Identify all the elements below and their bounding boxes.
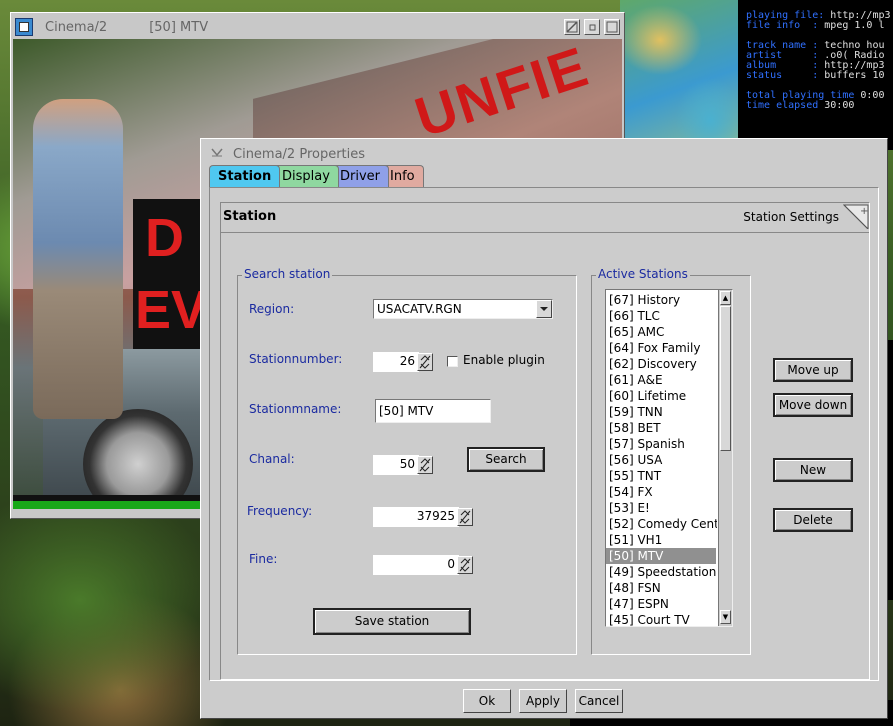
station-page-inner: Station Station Settings + Search statio… (220, 202, 870, 680)
properties-dialog: Cinema/2 Properties Info Driver Display … (200, 138, 888, 719)
tab-driver[interactable]: Driver (331, 165, 390, 187)
frequency-label: Frequency: (247, 504, 313, 518)
search-station-label: Search station (242, 267, 333, 281)
terminal-line: status : buffers 10 (746, 70, 885, 81)
terminal-line: time elapsed 30:00 (746, 100, 855, 111)
ok-button[interactable]: Ok (463, 689, 511, 713)
tab-display[interactable]: Display (273, 165, 339, 187)
station-list-item[interactable]: [64] Fox Family (609, 340, 717, 356)
station-list-item[interactable]: [57] Spanish (609, 436, 717, 452)
station-list-item[interactable]: [50] MTV (606, 548, 716, 564)
cinema-title: Cinema/2 (45, 19, 108, 35)
station-list-item[interactable]: [59] TNN (609, 404, 717, 420)
page-turn-icon[interactable]: + (842, 203, 869, 231)
region-label: Region: (249, 302, 295, 316)
stationname-label: Stationmname: (249, 402, 342, 416)
station-list-scrollbar[interactable]: ▲ ▼ (718, 290, 732, 626)
stationnumber-spinner[interactable]: 26 (373, 352, 419, 372)
cinema-app-icon[interactable] (15, 18, 33, 36)
station-list-item[interactable]: [61] A&E (609, 372, 717, 388)
station-list-item[interactable]: [67] History (609, 292, 717, 308)
tab-station[interactable]: Station (209, 165, 281, 189)
station-list-item[interactable]: [62] Discovery (609, 356, 717, 372)
enable-plugin-checkbox[interactable] (447, 356, 458, 367)
mp3-player-terminal: playing file: http://mp3 file info : mpeg… (738, 0, 893, 150)
cinema-titlebar: Cinema/2 [50] MTV (13, 15, 622, 39)
fine-spin-icon[interactable] (457, 556, 473, 574)
station-list-item[interactable]: [51] VH1 (609, 532, 717, 548)
save-station-button[interactable]: Save station (313, 608, 471, 635)
station-list-item[interactable]: [52] Comedy Central (609, 516, 717, 532)
chanal-spinner[interactable]: 50 (373, 455, 419, 475)
terminal-line: file info : mpeg 1.0 l (746, 20, 885, 31)
stationnumber-label: Stationnumber: (249, 352, 343, 366)
cinema-channel: [50] MTV (149, 19, 209, 35)
enable-plugin-label: Enable plugin (463, 353, 545, 367)
region-dropdown[interactable]: USACATV.RGN (373, 299, 553, 319)
hide-icon[interactable] (564, 19, 580, 35)
video-person (33, 99, 123, 419)
station-list-item[interactable]: [48] FSN (609, 580, 717, 596)
chanal-label: Chanal: (249, 452, 295, 466)
station-list-item[interactable]: [58] BET (609, 420, 717, 436)
scroll-thumb[interactable] (720, 306, 731, 451)
move-down-button[interactable]: Move down (773, 393, 853, 417)
system-menu-icon[interactable] (207, 144, 227, 164)
page-subtitle: Station Settings (743, 210, 839, 224)
region-value: USACATV.RGN (377, 302, 462, 316)
station-list-item[interactable]: [49] Speedstation (609, 564, 717, 580)
cancel-button[interactable]: Cancel (575, 689, 623, 713)
frequency-spinner[interactable]: 37925 (373, 507, 459, 527)
frequency-spin-icon[interactable] (457, 508, 473, 526)
page-header: Station Station Settings + (221, 203, 869, 233)
properties-titlebar: Cinema/2 Properties (203, 141, 885, 167)
station-list-item[interactable]: [53] E! (609, 500, 717, 516)
page-title: Station (223, 209, 277, 224)
fine-value: 0 (447, 557, 455, 571)
fine-spinner[interactable]: 0 (373, 555, 459, 575)
station-list-item[interactable]: [65] AMC (609, 324, 717, 340)
video-wheel (83, 409, 193, 509)
delete-button[interactable]: Delete (773, 508, 853, 532)
station-list-item[interactable]: [45] Court TV (609, 612, 717, 626)
station-list-item[interactable]: [55] TNT (609, 468, 717, 484)
active-stations-list[interactable]: [67] History [66] TLC [65] AMC [64] Fox Fam… (605, 289, 733, 627)
stationnumber-value: 26 (399, 354, 415, 368)
apply-button[interactable]: Apply (519, 689, 567, 713)
station-list-item[interactable]: [60] Lifetime (609, 388, 717, 404)
stationnumber-spin-icon[interactable] (417, 353, 433, 371)
chanal-spin-icon[interactable] (417, 456, 433, 474)
svg-text:+: + (860, 206, 868, 217)
frequency-value: 37925 (416, 509, 455, 523)
fine-label: Fine: (249, 552, 278, 566)
chevron-down-icon[interactable] (536, 300, 552, 318)
scroll-up-icon[interactable]: ▲ (720, 291, 731, 305)
maximize-icon[interactable] (604, 19, 620, 35)
chanal-value: 50 (399, 457, 415, 471)
stationname-input[interactable]: [50] MTV (375, 399, 491, 423)
station-list-item[interactable]: [66] TLC (609, 308, 717, 324)
station-list-item[interactable]: [54] FX (609, 484, 717, 500)
station-list-item[interactable]: [47] ESPN (609, 596, 717, 612)
scroll-down-icon[interactable]: ▼ (720, 610, 731, 624)
station-list-item[interactable]: [56] USA (609, 452, 717, 468)
stationname-value: [50] MTV (379, 404, 434, 418)
minimize-icon[interactable] (584, 19, 600, 35)
move-up-button[interactable]: Move up (773, 358, 853, 382)
station-page: Station Station Settings + Search statio… (209, 187, 879, 681)
active-stations-label: Active Stations (596, 267, 690, 281)
search-button[interactable]: Search (467, 447, 545, 472)
new-button[interactable]: New (773, 458, 853, 482)
properties-title: Cinema/2 Properties (233, 146, 366, 162)
